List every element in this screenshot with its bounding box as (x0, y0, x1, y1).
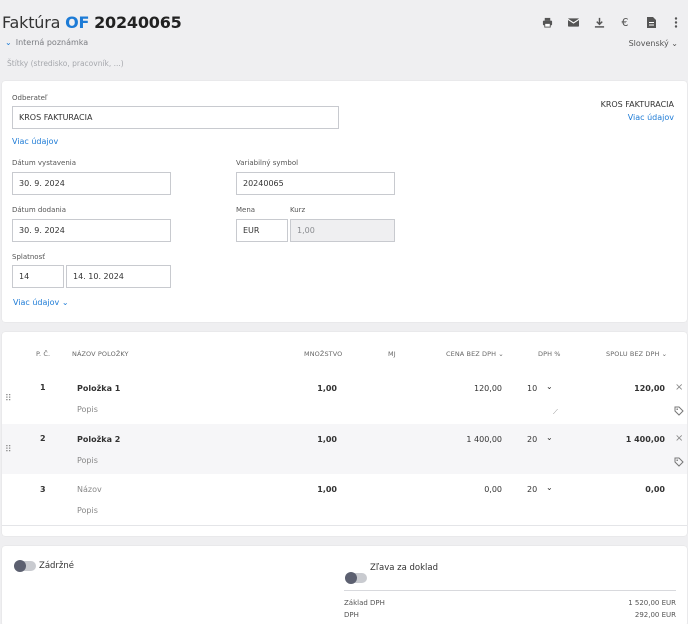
euro-icon[interactable]: € (618, 15, 632, 29)
row-vat[interactable]: 10 (527, 384, 537, 393)
customer-label: Odberateľ (12, 94, 48, 102)
chevron-down-icon: ⌄ (671, 39, 678, 48)
discount-label: Zľava za doklad (370, 563, 439, 573)
variable-symbol-label: Variabilný symbol (236, 159, 299, 167)
issue-date-label: Dátum vystavenia (12, 159, 76, 167)
divider (344, 590, 676, 591)
chevron-down-icon[interactable]: ⌄ (546, 483, 553, 492)
retention-label: Zádržné (39, 561, 75, 571)
issue-date-input[interactable]: 30. 9. 2024 (12, 172, 171, 195)
col-header-total[interactable]: SPOLU BEZ DPH ⌄ (606, 350, 667, 358)
currency-label: Mena (236, 206, 256, 214)
customer-side-name: KROS FAKTURACIA (600, 100, 674, 109)
document-type: OF (65, 13, 90, 32)
dates-more-label: Viac údajov (13, 298, 60, 307)
download-icon[interactable] (592, 15, 606, 29)
customer-input[interactable]: KROS FAKTURACIA (12, 106, 339, 129)
row-desc[interactable]: Popis (77, 506, 98, 515)
row-total: 1 400,00 (625, 435, 665, 444)
rate-label: Kurz (290, 206, 306, 214)
vat-label: DPH (344, 611, 359, 619)
close-icon[interactable]: × (675, 433, 683, 444)
mail-icon[interactable] (566, 15, 580, 29)
row-name[interactable]: Názov (77, 485, 102, 494)
customer-side-link[interactable]: Viac údajov (628, 113, 674, 122)
rate-input: 1,00 (290, 219, 395, 242)
dates-more-link[interactable]: Viac údajov ⌄ (13, 298, 69, 307)
variable-symbol-input[interactable]: 20240065 (236, 172, 395, 195)
col-header-price-label: CENA BEZ DPH (446, 350, 497, 358)
col-header-total-label: SPOLU BEZ DPH (606, 350, 660, 358)
col-header-price[interactable]: CENA BEZ DPH ⌄ (446, 350, 504, 358)
internal-note-toggle[interactable]: ⌄ Interná poznámka (5, 38, 88, 47)
chevron-down-icon[interactable]: ⌄ (546, 433, 553, 442)
delivery-date-input[interactable]: 30. 9. 2024 (12, 219, 171, 242)
chevron-down-icon: ⌄ (661, 350, 668, 358)
row-desc[interactable]: Popis (77, 456, 98, 465)
language-select[interactable]: Slovenský ⌄ (629, 39, 678, 48)
row-qty[interactable]: 1,00 (317, 435, 337, 444)
document-number: 20240065 (94, 13, 182, 32)
col-header-no: P. Č. (36, 350, 51, 358)
col-header-vat: DPH % (538, 350, 561, 358)
tags-input[interactable]: Štítky (stredisko, pracovník, ...) (7, 59, 124, 68)
chevron-down-icon: ⌄ (61, 298, 69, 307)
table-row[interactable] (2, 474, 687, 526)
chevron-down-icon[interactable]: ⌄ (546, 382, 553, 391)
row-no: 3 (40, 485, 46, 494)
page-title: Faktúra OF 20240065 (2, 13, 182, 32)
chevron-down-icon: ⌄ (498, 350, 504, 358)
table-row[interactable] (2, 374, 687, 424)
row-name[interactable]: Položka 2 (77, 435, 120, 444)
discount-toggle[interactable] (345, 572, 367, 584)
tag-icon[interactable] (674, 406, 684, 418)
due-date-input[interactable]: 14. 10. 2024 (66, 265, 171, 288)
table-row[interactable] (2, 424, 687, 474)
resize-handle-icon[interactable]: ⟋ (553, 408, 558, 417)
drag-handle-icon[interactable]: ⠿ (5, 445, 12, 455)
print-icon[interactable] (540, 15, 554, 29)
title-prefix: Faktúra (2, 13, 61, 32)
row-no: 2 (40, 434, 46, 443)
row-price[interactable]: 0,00 (484, 485, 502, 494)
tag-icon[interactable] (674, 457, 684, 469)
vat-base-value: 1 520,00 EUR (628, 599, 676, 607)
vat-base-label: Základ DPH (344, 599, 385, 607)
chevron-down-icon: ⌄ (5, 38, 12, 47)
internal-note-label: Interná poznámka (15, 38, 89, 47)
currency-input[interactable]: EUR (236, 219, 288, 242)
row-qty[interactable]: 1,00 (317, 384, 337, 393)
col-header-name: NÁZOV POLOŽKY (72, 350, 129, 358)
due-days-input[interactable]: 14 (12, 265, 64, 288)
row-no: 1 (40, 383, 46, 392)
row-price[interactable]: 120,00 (474, 384, 502, 393)
row-name[interactable]: Položka 1 (77, 384, 120, 393)
due-label: Splatnosť (12, 253, 45, 261)
customer-more-link[interactable]: Viac údajov (12, 137, 58, 146)
vat-value: 292,00 EUR (634, 611, 676, 619)
row-total: 120,00 (634, 384, 665, 393)
row-total: 0,00 (645, 485, 665, 494)
row-vat[interactable]: 20 (527, 485, 537, 494)
close-icon[interactable]: × (675, 382, 683, 393)
row-vat[interactable]: 20 (527, 435, 537, 444)
delivery-date-label: Dátum dodania (12, 206, 67, 214)
drag-handle-icon[interactable]: ⠿ (5, 394, 12, 404)
more-vertical-icon[interactable] (669, 15, 683, 29)
row-price[interactable]: 1 400,00 (466, 435, 502, 444)
document-icon[interactable] (644, 15, 658, 29)
language-value: Slovenský (628, 39, 669, 48)
retention-toggle[interactable] (14, 560, 36, 572)
row-desc[interactable]: Popis (77, 405, 98, 414)
col-header-unit: MJ (388, 350, 396, 358)
row-qty[interactable]: 1,00 (317, 485, 337, 494)
col-header-qty: MNOŽSTVO (304, 350, 343, 358)
